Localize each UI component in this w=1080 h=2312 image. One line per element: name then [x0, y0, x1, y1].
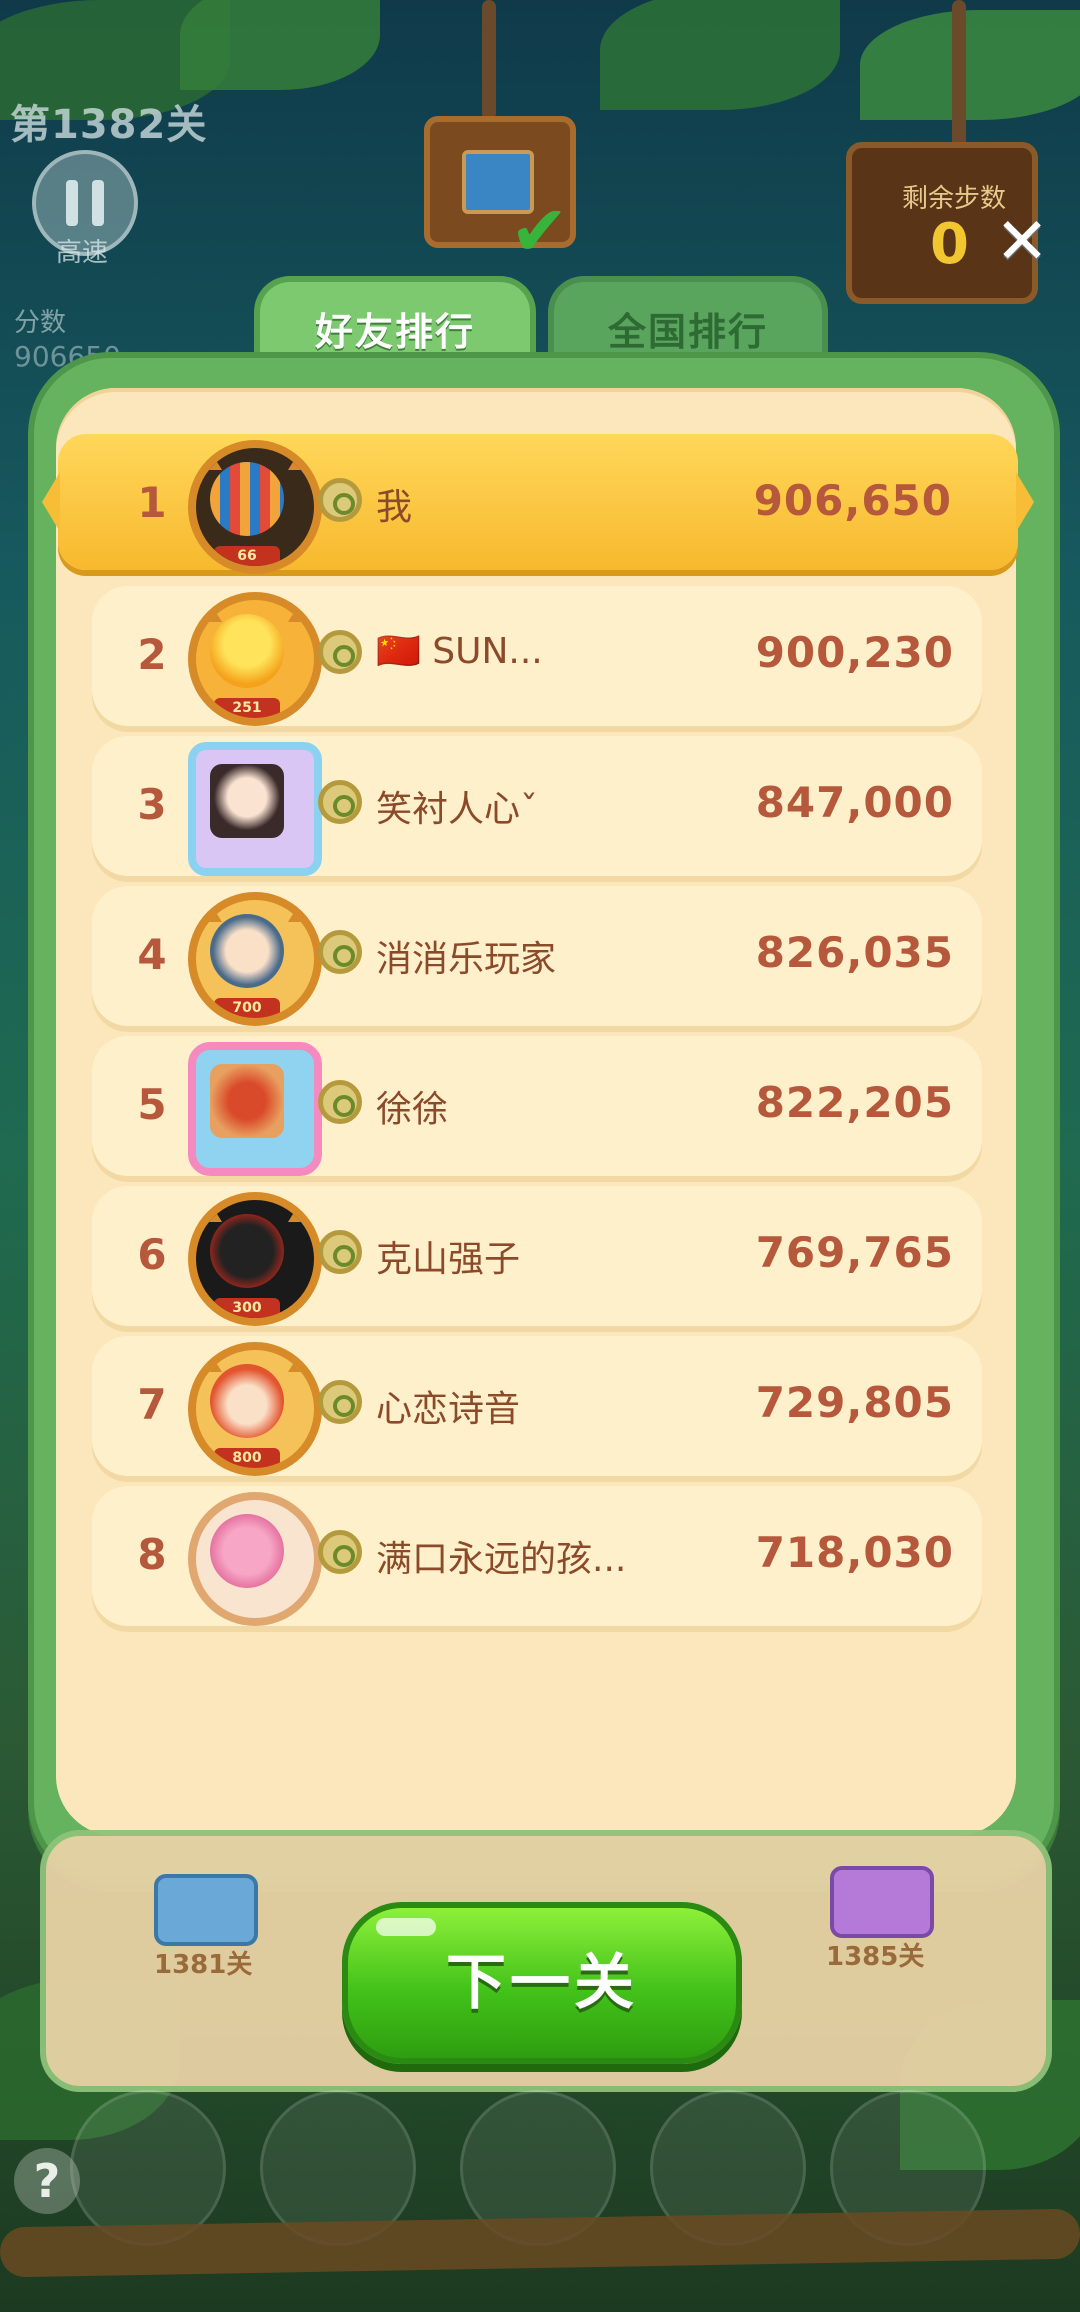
badge-icon [318, 630, 362, 674]
badge-icon [318, 1530, 362, 1574]
player-score: 718,030 [755, 1528, 954, 1577]
avatar[interactable]: 700 [188, 892, 322, 1026]
player-score: 847,000 [755, 778, 954, 827]
avatar[interactable]: 251 [188, 592, 322, 726]
leaderboard-row[interactable]: 5 徐徐 822,205 [92, 1036, 982, 1176]
badge-icon [318, 1080, 362, 1124]
player-score: 826,035 [755, 928, 954, 977]
player-name: 满口永远的孩... [376, 1539, 627, 1580]
leaderboard-row-me[interactable]: 1 66 我 906,650 [42, 434, 1034, 574]
level-badge: 251 [214, 698, 280, 718]
booster-slot[interactable] [70, 2090, 226, 2246]
score-label: 分数 [14, 308, 67, 338]
avatar[interactable]: 66 [188, 440, 322, 574]
player-name: 克山强子 [376, 1239, 521, 1280]
player-score: 900,230 [755, 628, 954, 677]
level-badge: 300 [214, 1298, 280, 1318]
player-name: 笑衬人心ˇ [376, 789, 539, 830]
avatar[interactable]: 800 [188, 1342, 322, 1476]
rank-number: 7 [137, 1380, 167, 1429]
leaderboard-row[interactable]: 3 笑衬人心ˇ 847,000 [92, 736, 982, 876]
speed-label: 高速 [56, 238, 109, 268]
player-score: 729,805 [755, 1378, 954, 1427]
rank-number: 6 [137, 1230, 167, 1279]
player-name: 心恋诗音 [376, 1389, 521, 1430]
avatar[interactable] [188, 742, 322, 876]
rank-number: 3 [137, 780, 167, 829]
level-1385-icon [830, 1866, 934, 1938]
player-score: 822,205 [755, 1078, 954, 1127]
rank-number: 1 [137, 478, 167, 527]
badge-icon [318, 780, 362, 824]
close-button[interactable]: ✕ [994, 210, 1050, 274]
close-icon: ✕ [995, 205, 1049, 279]
badge-icon [318, 1230, 362, 1274]
badge-icon [318, 1380, 362, 1424]
level-1381-label: 1381关 [154, 1950, 253, 1980]
level-badge: 700 [214, 998, 280, 1018]
level-1385-label: 1385关 [826, 1942, 925, 1972]
rank-number: 4 [137, 930, 167, 979]
check-icon: ✔ [510, 190, 569, 272]
player-name: 徐徐 [376, 1089, 449, 1130]
leaderboard-row[interactable]: 8 满口永远的孩... 718,030 [92, 1486, 982, 1626]
help-icon: ? [33, 2154, 61, 2208]
leaderboard-row[interactable]: 2 251 🇨🇳 SUN... 900,230 [92, 586, 982, 726]
next-level-button[interactable]: 下一关 [342, 1902, 742, 2064]
avatar[interactable] [188, 1492, 322, 1626]
steps-label: 剩余步数 [902, 184, 1007, 214]
avatar[interactable] [188, 1042, 322, 1176]
player-score: 906,650 [753, 476, 952, 525]
badge-icon [318, 930, 362, 974]
leaderboard-row[interactable]: 7 800 心恋诗音 729,805 [92, 1336, 982, 1476]
player-name: 🇨🇳 SUN... [376, 631, 543, 672]
steps-value: 0 [930, 212, 969, 277]
player-name: 我 [376, 487, 413, 528]
level-badge: 66 [214, 546, 280, 566]
avatar[interactable]: 300 [188, 1192, 322, 1326]
level-badge: 800 [214, 1448, 280, 1468]
leaderboard-row[interactable]: 4 700 消消乐玩家 826,035 [92, 886, 982, 1026]
player-score: 769,765 [755, 1228, 954, 1277]
rank-number: 8 [137, 1530, 167, 1579]
level-1381-icon [154, 1874, 258, 1946]
rank-number: 5 [137, 1080, 167, 1129]
leaderboard-row[interactable]: 6 300 克山强子 769,765 [92, 1186, 982, 1326]
level-label: 第1382关 [10, 102, 208, 148]
badge-icon [318, 478, 362, 522]
help-button[interactable]: ? [14, 2148, 80, 2214]
player-name: 消消乐玩家 [376, 939, 557, 980]
rank-number: 2 [137, 630, 167, 679]
